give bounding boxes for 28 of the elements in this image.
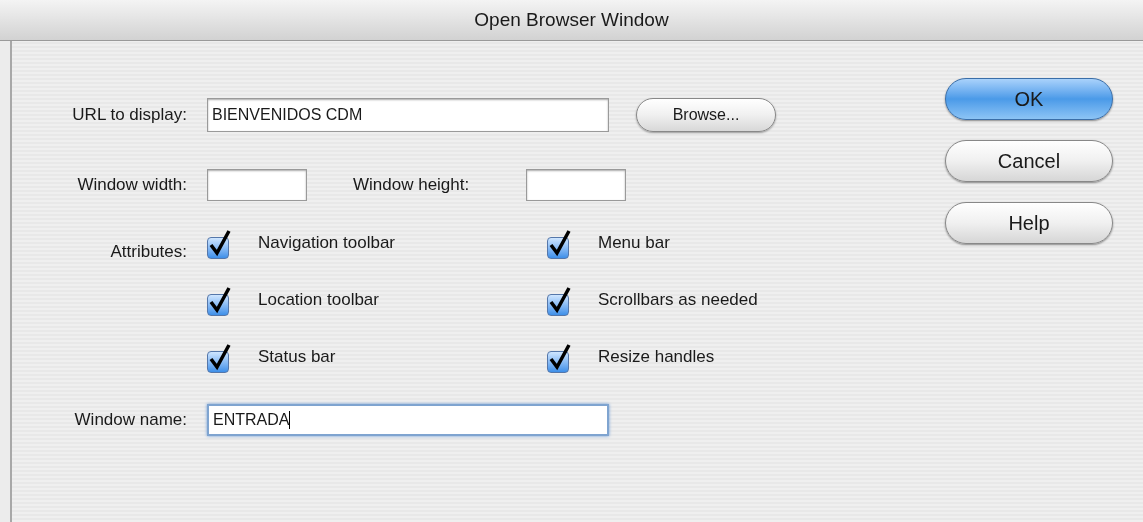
dialog-button[interactable]: OK: [945, 78, 1113, 120]
field-label: Window width:: [76, 174, 188, 197]
field-label: Attributes:: [109, 241, 188, 263]
field-label: URL to display:: [71, 104, 188, 127]
checkbox[interactable]: [547, 284, 573, 316]
browse-button[interactable]: Browse...: [636, 98, 776, 132]
dialog-button[interactable]: Cancel: [945, 140, 1113, 182]
checkbox-label: Resize handles: [598, 346, 715, 369]
checkbox-label: Menu bar: [598, 232, 670, 255]
checkbox[interactable]: [207, 227, 233, 259]
checkbox[interactable]: [207, 341, 233, 373]
checkbox-label: Location toolbar: [258, 289, 379, 312]
checkbox[interactable]: [207, 284, 233, 316]
field-label: Window height:: [353, 174, 471, 197]
name-field[interactable]: ENTRADA: [207, 404, 609, 436]
field-value: ENTRADA: [213, 410, 290, 430]
width-field[interactable]: [207, 169, 307, 201]
field-value: BIENVENIDOS CDM: [212, 105, 363, 125]
height-field[interactable]: [526, 169, 626, 201]
url-field[interactable]: BIENVENIDOS CDM: [207, 98, 609, 132]
checkbox-label: Scrollbars as needed: [598, 289, 758, 312]
checkbox[interactable]: [547, 227, 573, 259]
window-title: Open Browser Window: [474, 7, 669, 32]
field-label: Window name:: [73, 409, 188, 432]
dialog-button[interactable]: Help: [945, 202, 1113, 244]
checkbox-label: Status bar: [258, 346, 336, 369]
checkbox-label: Navigation toolbar: [258, 232, 396, 255]
checkbox[interactable]: [547, 341, 573, 373]
